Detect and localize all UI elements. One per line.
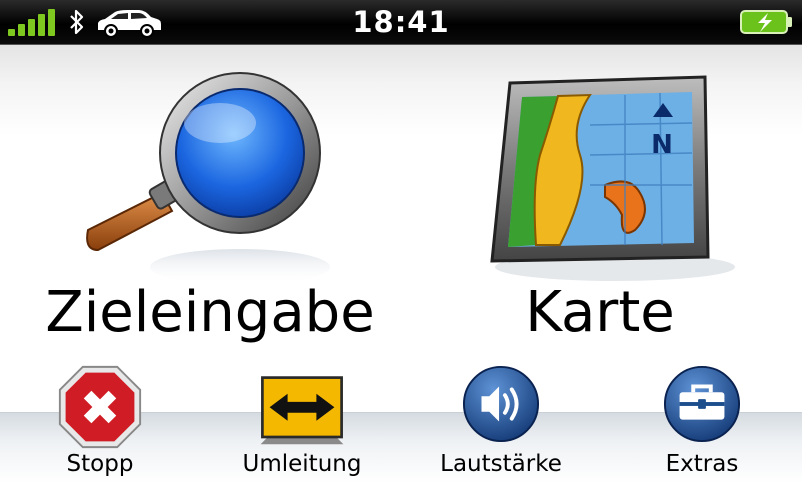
map-compass-n: N — [651, 130, 673, 160]
magnifier-icon — [86, 72, 330, 285]
detour-label: Umleitung — [242, 451, 362, 477]
toolbox-icon — [663, 365, 741, 443]
status-bar: 18:41 — [0, 0, 802, 45]
extras-label: Extras — [665, 451, 739, 477]
stop-button[interactable]: Stopp — [40, 360, 160, 480]
destination-label: Zieleingabe — [45, 280, 375, 345]
stop-label: Stopp — [66, 451, 134, 477]
detour-button[interactable]: Umleitung — [232, 360, 372, 480]
map-device-icon: N — [490, 75, 735, 281]
volume-speaker-icon — [462, 365, 540, 443]
extras-button[interactable]: Extras — [642, 360, 762, 480]
stop-sign-icon — [58, 365, 142, 449]
map-label: Karte — [525, 280, 675, 345]
battery-charging-icon — [740, 10, 792, 34]
volume-button[interactable]: Lautstärke — [430, 360, 572, 480]
clock-time: 18:41 — [352, 5, 450, 39]
destination-button[interactable]: Zieleingabe — [40, 45, 380, 345]
volume-label: Lautstärke — [440, 451, 562, 477]
map-button[interactable]: N Karte — [440, 45, 760, 345]
detour-arrows-icon — [260, 376, 344, 445]
